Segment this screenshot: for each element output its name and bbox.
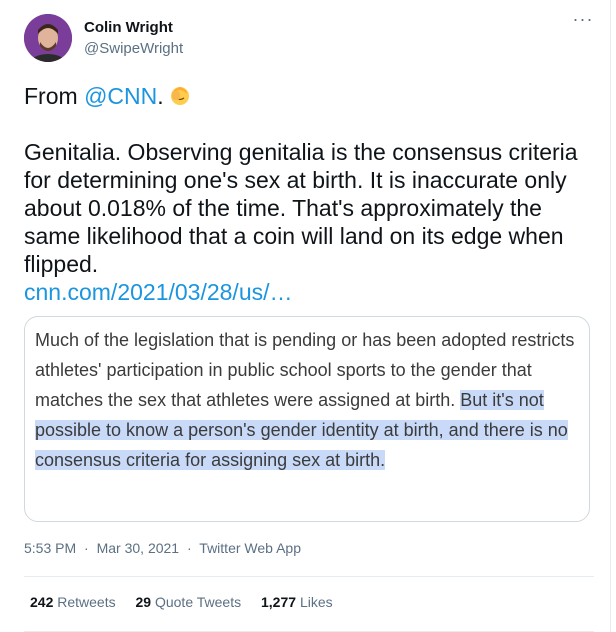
tweet-line-1: From @CNN. bbox=[24, 82, 584, 110]
likes-label: Likes bbox=[299, 594, 333, 610]
tweet-suffix: . bbox=[157, 83, 164, 109]
retweets-label: Retweets bbox=[57, 594, 116, 610]
tweet-prefix: From bbox=[24, 83, 85, 109]
tweet-date[interactable]: Mar 30, 2021 bbox=[97, 540, 180, 556]
avatar-image bbox=[24, 14, 72, 62]
tweet-card: Colin Wright @SwipeWright ··· From @CNN.… bbox=[0, 0, 611, 632]
tweet-meta: 5:53 PM · Mar 30, 2021 · Twitter Web App bbox=[24, 540, 301, 556]
tweet-body: Genitalia. Observing genitalia is the co… bbox=[24, 139, 578, 277]
more-dots-icon[interactable]: ··· bbox=[570, 10, 596, 34]
tweet-stats: 242 Retweets 29 Quote Tweets 1,277 Likes bbox=[30, 594, 349, 610]
quote-text: Much of the legislation that is pending … bbox=[35, 325, 575, 475]
author-avatar[interactable] bbox=[24, 14, 72, 62]
tweet-time[interactable]: 5:53 PM bbox=[24, 540, 76, 556]
quote-tweets-stat[interactable]: 29 Quote Tweets bbox=[136, 594, 242, 610]
divider bbox=[24, 576, 594, 577]
quote-tweets-label: Quote Tweets bbox=[154, 594, 242, 610]
mention-link[interactable]: @CNN bbox=[84, 83, 157, 109]
likes-stat[interactable]: 1,277 Likes bbox=[261, 594, 333, 610]
meta-separator: · bbox=[84, 540, 89, 556]
retweets-count: 242 bbox=[30, 594, 54, 610]
tweet-source[interactable]: Twitter Web App bbox=[199, 540, 301, 556]
quote-tweets-count: 29 bbox=[135, 594, 152, 610]
tweet-text: From @CNN. Genitalia. Observing genitali… bbox=[24, 82, 584, 306]
quote-image-card[interactable]: Much of the legislation that is pending … bbox=[24, 316, 590, 522]
meta-separator: · bbox=[186, 540, 192, 556]
facepalm-emoji bbox=[170, 87, 189, 105]
likes-count: 1,277 bbox=[261, 594, 297, 610]
retweets-stat[interactable]: 242 Retweets bbox=[30, 594, 116, 610]
tweet-link-line: cnn.com/2021/03/28/us/… bbox=[24, 278, 584, 306]
article-link[interactable]: cnn.com/2021/03/28/us/… bbox=[24, 279, 293, 305]
author-handle[interactable]: @SwipeWright bbox=[84, 40, 183, 57]
author-name[interactable]: Colin Wright bbox=[84, 19, 173, 36]
